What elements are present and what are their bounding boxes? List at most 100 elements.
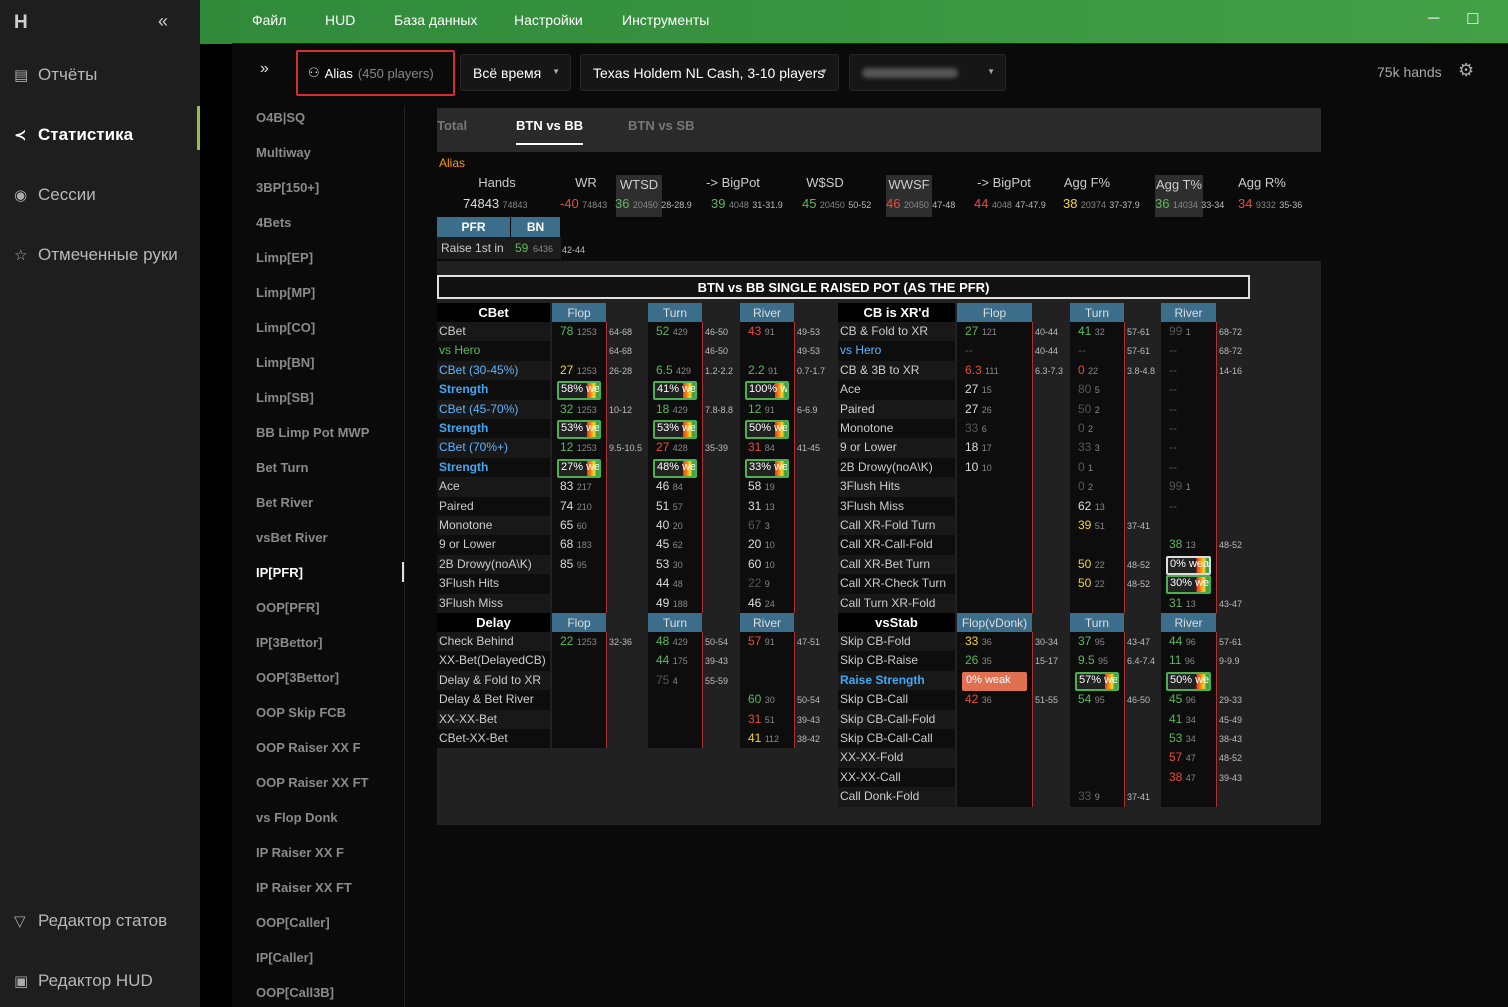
subnav-item[interactable]: Limp[SB] — [256, 390, 314, 405]
stat-value: 39 — [1078, 518, 1092, 532]
sessions-icon: ◉ — [14, 187, 28, 204]
collapse-sidebar-icon[interactable]: « — [158, 11, 168, 32]
group-header: CBet — [437, 303, 550, 322]
stat-range: 9.5-10.5 — [609, 443, 643, 454]
nav-item[interactable]: ≺ Статистика — [14, 106, 200, 150]
stat-value: -- — [1169, 459, 1177, 474]
game-dropdown[interactable]: Texas Holdem NL Cash, 3-10 players ▼ — [580, 54, 839, 91]
stat-value: 52 — [656, 324, 670, 338]
subnav-item[interactable]: OOP Skip FCB — [256, 705, 346, 720]
stat-cell: 12 91 — [748, 402, 775, 416]
stat-sample: 4048 — [991, 200, 1012, 210]
subnav-item[interactable]: BB Limp Pot MWP — [256, 425, 369, 440]
stat-value: 44 — [656, 653, 670, 668]
stat-range: 48-52 — [1219, 540, 1243, 551]
subnav-item[interactable]: Limp[EP] — [256, 250, 313, 265]
subnav-item[interactable]: Bet River — [256, 495, 313, 510]
tab-btn-vs-bb[interactable]: BTN vs BB — [516, 118, 584, 145]
stat-cell: 57 91 — [748, 634, 775, 648]
subnav-item[interactable]: Bet Turn — [256, 460, 308, 475]
stat-range: 48-52 — [1219, 753, 1243, 764]
stat-cell: 6.5 429 — [656, 363, 691, 377]
subnav-item[interactable]: OOP[Caller] — [256, 915, 330, 930]
nav-item-label: Редактор HUD — [38, 971, 153, 990]
subnav-item[interactable]: Limp[BN] — [256, 355, 315, 370]
stat-sample: 26 — [981, 404, 992, 415]
subnav-item[interactable]: Limp[MP] — [256, 285, 315, 300]
minimize-icon[interactable]: ─ — [1428, 10, 1439, 28]
stat-value: 31 — [748, 711, 762, 726]
menu-4[interactable]: Инструменты — [622, 12, 709, 28]
subnav-item[interactable]: Limp[CO] — [256, 320, 315, 335]
tab-total[interactable]: Total — [437, 118, 467, 143]
menu-3[interactable]: Настройки — [514, 12, 583, 28]
subnav-item[interactable]: Multiway — [256, 145, 311, 160]
menu-1[interactable]: HUD — [325, 12, 355, 28]
subnav-item[interactable]: 3BP[150+] — [256, 180, 319, 195]
stat-range: 47-51 — [797, 637, 821, 647]
stat-sample: 175 — [672, 656, 688, 667]
tab-btn-vs-sb[interactable]: BTN vs SB — [628, 118, 694, 143]
nav-item[interactable]: ▣ Редактор HUD — [14, 966, 200, 996]
stat-cell: -- — [1078, 343, 1086, 357]
subnav-item[interactable]: 4Bets — [256, 215, 291, 230]
stat-value: 27 — [965, 382, 979, 397]
stat-cell: -- — [1169, 382, 1177, 396]
stat-sample: 30 — [672, 559, 683, 570]
gear-icon[interactable]: ⚙ — [1458, 60, 1474, 81]
nav-item[interactable]: ▽ Редактор статов — [14, 906, 200, 936]
stat-value: 12 — [748, 401, 762, 416]
stat-value: 33 — [1078, 440, 1092, 455]
stat-sample: 10 — [764, 559, 775, 570]
stat-sample: 34 — [1185, 734, 1196, 744]
stat-cell: 31 51 — [748, 712, 775, 726]
row-label: vs Hero — [840, 343, 882, 358]
subnav-item[interactable]: vs Flop Donk — [256, 810, 338, 825]
subnav-item[interactable]: O4B|SQ — [256, 110, 305, 125]
nav-item[interactable]: ▤ Отчёты — [14, 60, 200, 90]
stat-sample: 1 — [1185, 482, 1191, 493]
row-label: Strength — [439, 421, 489, 435]
menu-0[interactable]: Файл — [252, 12, 286, 28]
stat-cell: 27 26 — [965, 402, 992, 416]
column-divider — [702, 322, 703, 613]
raise-first-in-label: Raise 1st in — [441, 241, 504, 255]
subnav-item[interactable]: IP Raiser XX FT — [256, 880, 352, 895]
subnav-item[interactable]: IP[3Bettor] — [256, 635, 322, 650]
period-dropdown[interactable]: Всё время ▼ — [460, 54, 571, 91]
raise-first-in-value: 59 — [515, 241, 529, 255]
stat-value: 0 — [1078, 421, 1085, 435]
stat-range: 33-34 — [1201, 200, 1225, 210]
subnav-item[interactable]: IP[PFR] — [256, 565, 303, 580]
stat-range: 50-52 — [848, 200, 872, 210]
site-dropdown[interactable]: ▼ — [849, 54, 1006, 91]
subnav-item[interactable]: OOP[3Bettor] — [256, 670, 339, 685]
alias-selector[interactable]: ⚇ Alias (450 players) — [296, 50, 455, 96]
subnav-item[interactable]: OOP Raiser XX F — [256, 740, 361, 755]
row-label: 3Flush Hits — [439, 576, 500, 591]
stat-sample: 1253 — [576, 404, 597, 415]
subnav-item[interactable]: OOP[Call3B] — [256, 985, 334, 1000]
subnav-item[interactable]: IP[Caller] — [256, 950, 313, 965]
group-header: vsStab — [838, 613, 955, 632]
expand-subnav-icon[interactable]: » — [260, 60, 269, 78]
subnav-item[interactable]: OOP Raiser XX FT — [256, 775, 368, 790]
app-logo: H — [14, 12, 28, 33]
stat-cell: 80 5 — [1078, 382, 1100, 396]
stat-range: 6-6.9 — [797, 404, 818, 415]
menu-2[interactable]: База данных — [394, 12, 477, 28]
stat-value: 45 — [656, 537, 670, 552]
stat-cell: 6.3 111 — [965, 363, 999, 377]
maximize-icon[interactable]: ☐ — [1466, 10, 1479, 28]
subnav-item[interactable]: vsBet River — [256, 530, 328, 545]
nav-item[interactable]: ☆ Отмеченные руки — [14, 240, 200, 270]
subnav-item[interactable]: IP Raiser XX F — [256, 845, 344, 860]
stat-sample: 9 — [1094, 792, 1100, 803]
nav-item[interactable]: ◉ Сессии — [14, 180, 200, 210]
stat-range: 55-59 — [705, 675, 729, 686]
stat-cell: 62 13 — [1078, 499, 1105, 513]
stat-value: 26 — [965, 653, 979, 668]
subnav-item[interactable]: OOP[PFR] — [256, 600, 320, 615]
stat-cell: 44 175 — [656, 653, 688, 667]
row-label: Paired — [840, 401, 875, 416]
